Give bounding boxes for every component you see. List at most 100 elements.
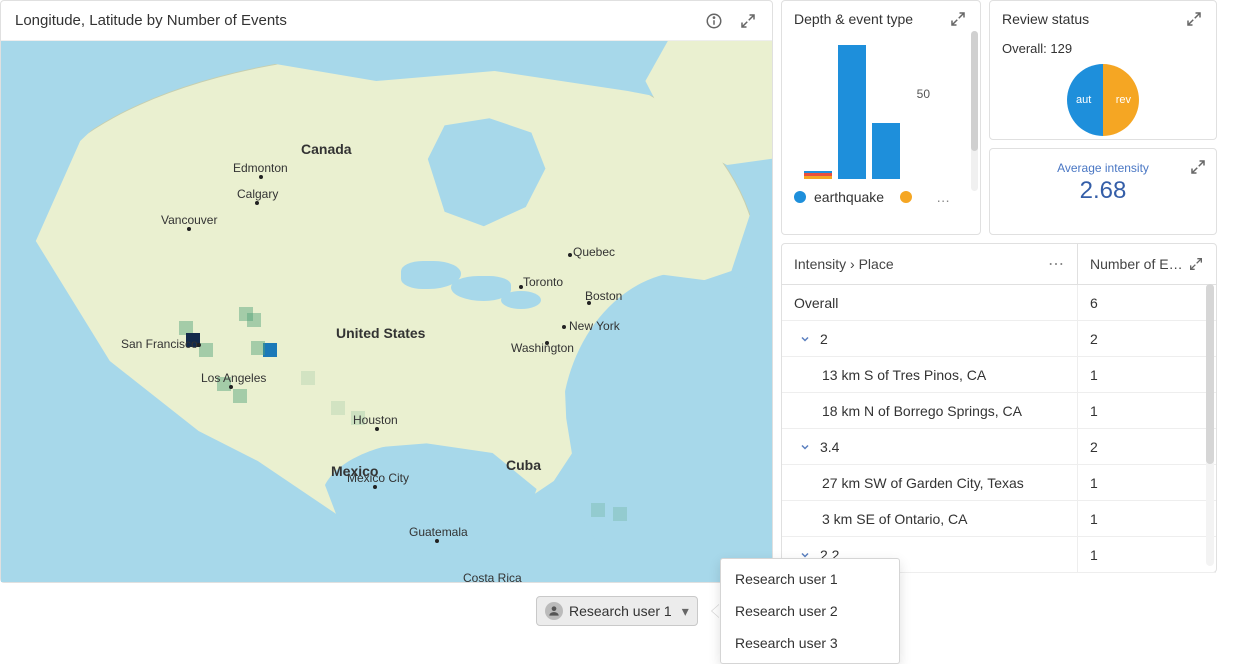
city-dot	[259, 175, 263, 179]
bar-segment	[804, 176, 832, 179]
city-dot	[373, 485, 377, 489]
table-cell: 2	[1078, 331, 1216, 347]
map-country-label: Canada	[301, 141, 352, 157]
map-data-point[interactable]	[591, 503, 605, 517]
review-panel-body: Overall: 129 aut rev	[990, 33, 1216, 144]
expand-icon[interactable]	[738, 11, 758, 31]
map-great-lake-3	[501, 291, 541, 309]
table-cell: 13 km S of Tres Pinos, CA	[782, 357, 1078, 392]
scrollbar-thumb[interactable]	[1206, 284, 1214, 464]
chart-bar[interactable]	[838, 45, 866, 179]
table-row[interactable]: 18 km N of Borrego Springs, CA 1	[782, 393, 1216, 429]
city-dot	[229, 385, 233, 389]
city-label: Costa Rica	[463, 571, 522, 582]
city-label: Edmonton	[233, 161, 288, 175]
chevron-down-icon[interactable]	[798, 440, 812, 454]
depth-panel-title: Depth & event type	[794, 11, 913, 27]
table-cell: 1	[1078, 403, 1216, 419]
average-intensity-panel: Average intensity 2.68	[989, 148, 1217, 235]
table-row[interactable]: 27 km SW of Garden City, Texas 1	[782, 465, 1216, 501]
table-row[interactable]: Overall 6	[782, 285, 1216, 321]
legend-label: earthquake	[814, 189, 884, 205]
expand-icon[interactable]	[1188, 256, 1204, 272]
chevron-down-icon[interactable]	[798, 332, 812, 346]
expand-icon[interactable]	[948, 9, 968, 29]
expand-icon[interactable]	[1184, 9, 1204, 29]
table-cell: Overall	[782, 285, 1078, 320]
avg-intensity-label: Average intensity	[990, 161, 1216, 175]
table-cell: 2	[782, 321, 1078, 356]
user-dropdown-menu: Research user 1 Research user 2 Research…	[720, 558, 900, 664]
map-header-actions	[704, 11, 758, 31]
more-options-icon[interactable]: ⋯	[1048, 254, 1065, 274]
review-pie-wrap: aut rev	[1002, 62, 1204, 136]
scrollbar-thumb[interactable]	[971, 31, 978, 151]
dropdown-item[interactable]: Research user 2	[721, 595, 899, 627]
city-label: Toronto	[523, 275, 563, 289]
review-panel-header: Review status	[990, 1, 1216, 33]
pie-slice-label: rev	[1116, 94, 1131, 106]
scrollbar[interactable]	[1206, 284, 1214, 566]
legend-swatch	[794, 191, 806, 203]
y-tick-label: 50	[917, 87, 930, 101]
map-data-point[interactable]	[263, 343, 277, 357]
city-label: New York	[569, 319, 620, 333]
table-row[interactable]: 3 km SE of Ontario, CA 1	[782, 501, 1216, 537]
city-label: Vancouver	[161, 213, 217, 227]
table-row[interactable]: 2 2	[782, 321, 1216, 357]
city-dot	[255, 201, 259, 205]
map-data-point[interactable]	[251, 341, 265, 355]
user-selector-label: Research user 1	[569, 603, 672, 619]
review-panel-title: Review status	[1002, 11, 1089, 27]
cell-label: 13 km S of Tres Pinos, CA	[822, 367, 986, 383]
map-country-label: United States	[336, 325, 425, 341]
user-selector-chip[interactable]: Research user 1 ▾	[536, 596, 698, 626]
chart-bar[interactable]	[872, 123, 900, 179]
cell-label: 3 km SE of Ontario, CA	[822, 511, 968, 527]
table-column-header[interactable]: Number of Eve...	[1078, 244, 1216, 284]
table-cell: 1	[1078, 511, 1216, 527]
chart-bar[interactable]	[804, 171, 832, 179]
avg-intensity-value: 2.68	[990, 177, 1216, 205]
avg-panel-body: Average intensity 2.68	[990, 149, 1216, 215]
dropdown-item[interactable]: Research user 1	[721, 563, 899, 595]
map-data-point[interactable]	[331, 401, 345, 415]
city-label: Los Angeles	[201, 371, 266, 385]
city-label: Guatemala	[409, 525, 468, 539]
dropdown-item[interactable]: Research user 3	[721, 627, 899, 659]
map-data-point[interactable]	[613, 507, 627, 521]
map-data-point[interactable]	[301, 371, 315, 385]
city-dot	[568, 253, 572, 257]
bar-segment	[804, 173, 832, 176]
map-data-point[interactable]	[233, 389, 247, 403]
table-cell: 3.4	[782, 429, 1078, 464]
table-row[interactable]: 3.4 2	[782, 429, 1216, 465]
map-data-point[interactable]	[199, 343, 213, 357]
info-icon[interactable]	[704, 11, 724, 31]
city-label: Houston	[353, 413, 398, 427]
review-overall-label: Overall: 129	[1002, 37, 1204, 62]
column-header-label: Intensity › Place	[794, 256, 894, 272]
map-canvas[interactable]: Canada United States Mexico Cuba Edmonto…	[1, 41, 772, 582]
depth-bar-chart[interactable]: 50	[794, 39, 968, 179]
review-pie-chart[interactable]: aut rev	[1067, 64, 1139, 136]
review-status-panel: Review status Overall: 129 aut rev	[989, 0, 1217, 140]
map-data-point[interactable]	[247, 313, 261, 327]
table-cell: 27 km SW of Garden City, Texas	[782, 465, 1078, 500]
pie-slice-label: aut	[1076, 94, 1091, 106]
legend-swatch	[900, 191, 912, 203]
legend-more-icon[interactable]: …	[936, 189, 950, 205]
table-cell: 6	[1078, 295, 1216, 311]
city-label: Mexico City	[347, 471, 409, 485]
table-cell: 18 km N of Borrego Springs, CA	[782, 393, 1078, 428]
city-label: Calgary	[237, 187, 278, 201]
cell-label: 18 km N of Borrego Springs, CA	[822, 403, 1022, 419]
column-header-label: Number of Eve...	[1090, 256, 1186, 272]
table-column-header[interactable]: Intensity › Place ⋯	[782, 244, 1078, 284]
intensity-place-table-panel: Intensity › Place ⋯ Number of Eve... Ove…	[781, 243, 1217, 573]
city-label: San Francisco	[121, 337, 198, 351]
table-cell: 1	[1078, 475, 1216, 491]
scrollbar[interactable]	[971, 31, 978, 191]
city-dot	[435, 539, 439, 543]
table-row[interactable]: 13 km S of Tres Pinos, CA 1	[782, 357, 1216, 393]
